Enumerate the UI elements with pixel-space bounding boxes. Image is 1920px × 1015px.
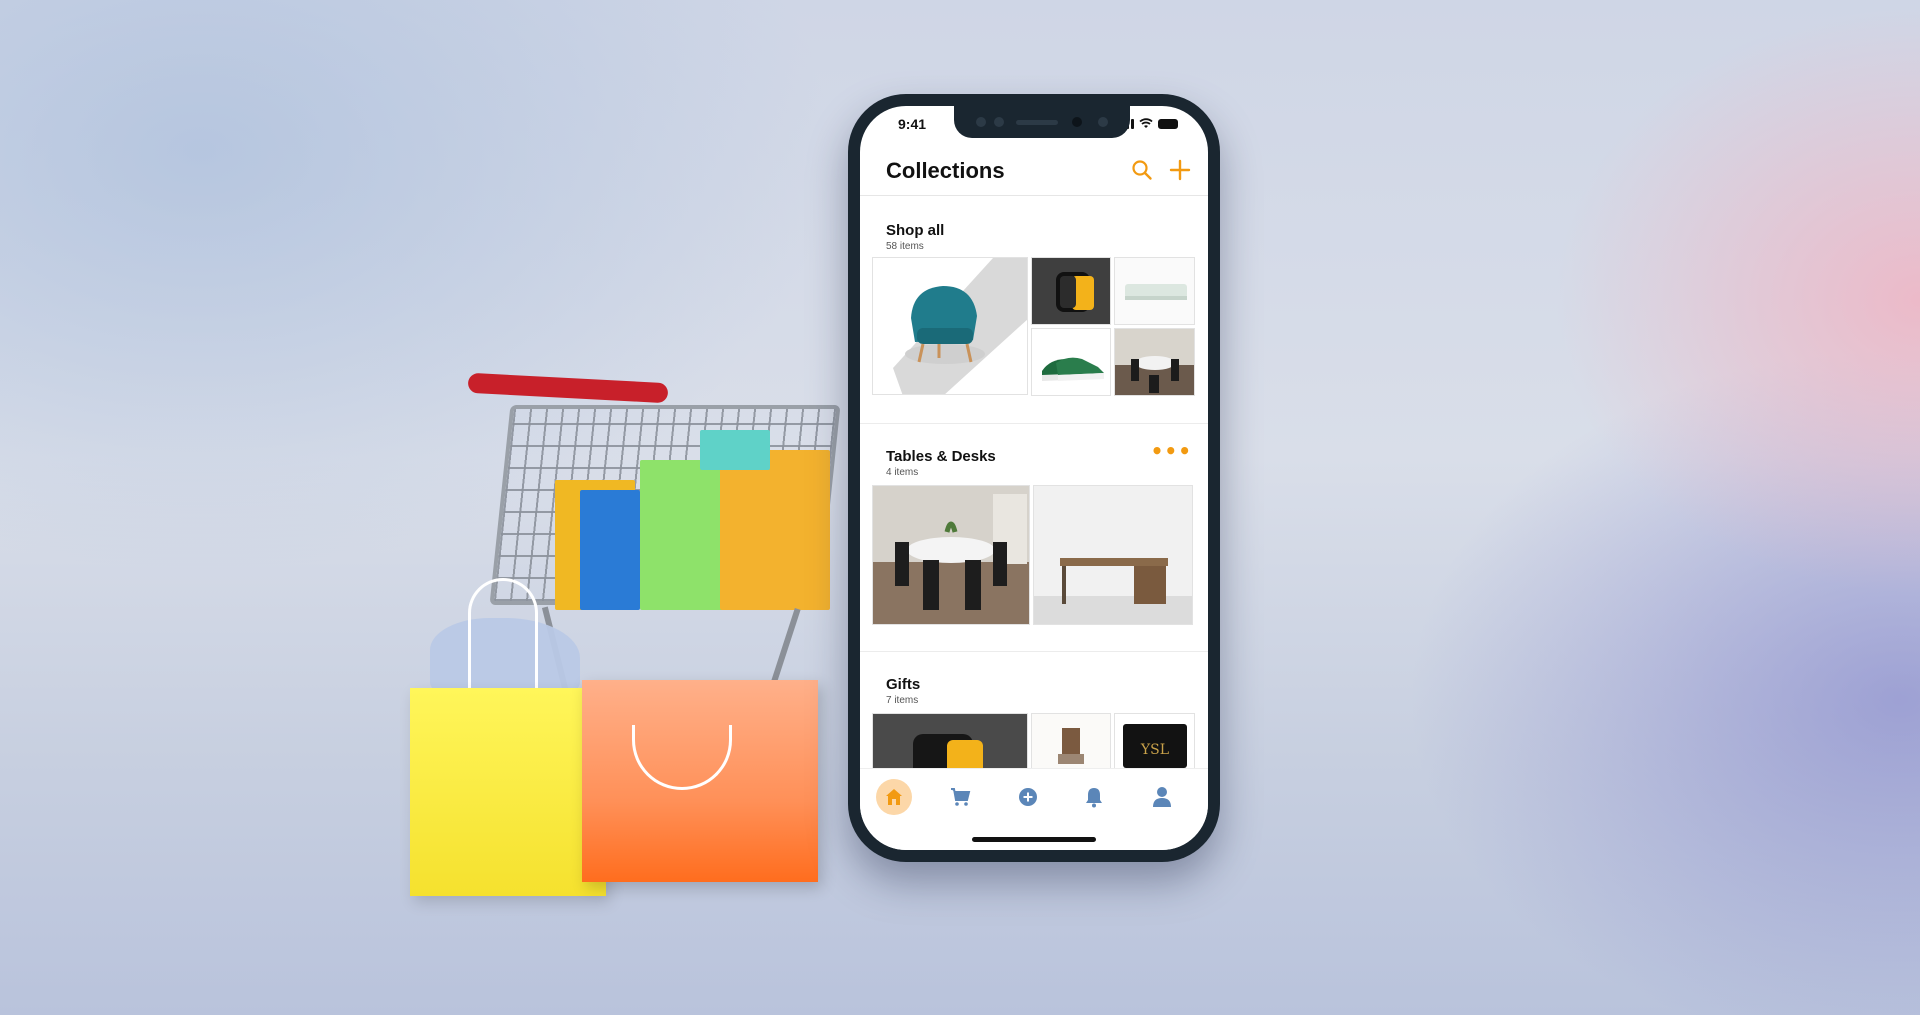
status-time: 9:41	[898, 116, 927, 132]
tab-cart[interactable]	[942, 779, 978, 815]
teal-armchair-image[interactable]	[872, 257, 1028, 395]
home-indicator[interactable]	[972, 837, 1096, 842]
collection-card-gifts[interactable]: Gifts 7 items YSL	[860, 652, 1208, 768]
smartwatch-image[interactable]	[1031, 257, 1111, 325]
plus-circle-icon	[1019, 788, 1037, 806]
battery-icon	[1158, 119, 1178, 129]
collection-title: Tables & Desks	[886, 448, 996, 465]
cart-bag	[720, 450, 830, 610]
wifi-icon	[1139, 118, 1153, 128]
bag-handle	[468, 578, 538, 688]
more-options-button[interactable]: •••	[1151, 441, 1192, 461]
tab-create[interactable]	[1010, 779, 1046, 815]
desk-lamp-image[interactable]	[1031, 713, 1111, 768]
cart-handle	[467, 372, 669, 404]
phone-screen: 9:41 Collections Shop all 58 items Table…	[860, 106, 1208, 850]
tab-home[interactable]	[876, 779, 912, 815]
cart-bag	[700, 430, 770, 470]
bottom-tab-bar	[860, 768, 1208, 850]
phone-mockup: 9:41 Collections Shop all 58 items Table…	[848, 94, 1220, 862]
search-button[interactable]	[1128, 156, 1156, 184]
dining-table-image[interactable]	[872, 485, 1030, 625]
collection-title: Shop all	[886, 222, 945, 239]
user-icon	[1153, 787, 1171, 807]
white-shelf-image[interactable]	[1114, 257, 1195, 325]
add-collection-button[interactable]	[1166, 156, 1194, 184]
bell-icon	[1086, 788, 1102, 808]
sneakers-image[interactable]	[1031, 328, 1111, 396]
collection-card-tables-desks[interactable]: Tables & Desks 4 items •••	[860, 424, 1208, 652]
dining-table-image[interactable]	[1114, 328, 1195, 396]
collection-count: 4 items	[886, 467, 919, 478]
background-scene: 9:41 Collections Shop all 58 items Table…	[0, 0, 1920, 1015]
cart-bag	[580, 490, 640, 610]
collection-count: 7 items	[886, 695, 919, 706]
search-icon	[1132, 160, 1152, 180]
collection-title: Gifts	[886, 676, 921, 693]
phone-notch	[954, 106, 1130, 138]
collection-count: 58 items	[886, 241, 924, 252]
card-wallet-image[interactable]: YSL	[1114, 713, 1195, 768]
wooden-desk-image[interactable]	[1033, 485, 1193, 625]
yellow-shopping-bag	[410, 688, 606, 896]
plus-icon	[1169, 159, 1191, 181]
home-icon	[886, 789, 902, 805]
tab-notifications[interactable]	[1076, 779, 1112, 815]
page-title: Collections	[886, 158, 1005, 183]
cart-icon	[951, 788, 971, 806]
svg-text:YSL: YSL	[1140, 742, 1169, 758]
smartwatch-image[interactable]	[872, 713, 1028, 768]
collection-card-shop-all[interactable]: Shop all 58 items	[860, 198, 1208, 424]
app-header: Collections	[860, 146, 1208, 196]
collections-list: Shop all 58 items Tables & Desks 4 items…	[860, 198, 1208, 768]
tab-profile[interactable]	[1144, 779, 1180, 815]
